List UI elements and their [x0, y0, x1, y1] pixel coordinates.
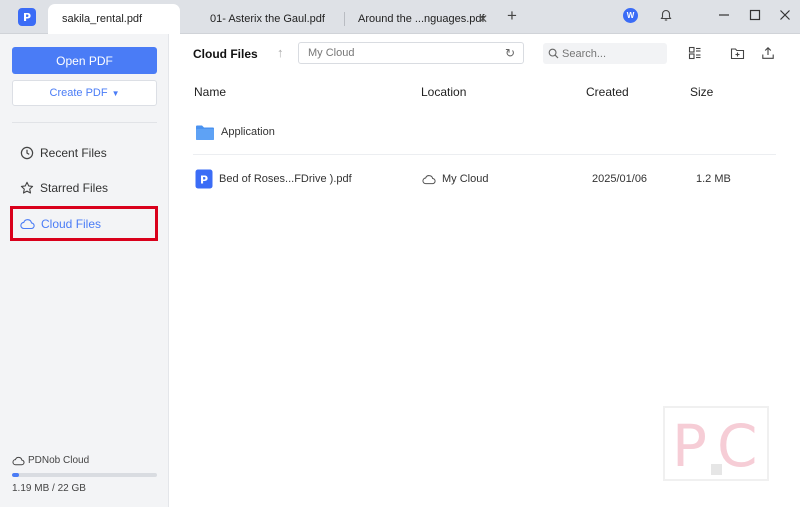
tab-asterix[interactable]: 01- Asterix the Gaul.pdf [196, 4, 344, 34]
new-tab-button[interactable]: + [507, 6, 517, 26]
table-row[interactable]: Application [193, 109, 776, 155]
storage-label: PDNob Cloud [12, 455, 89, 466]
watermark-logo: P C [663, 406, 769, 481]
file-name-cell: Application [195, 109, 275, 155]
open-pdf-button[interactable]: Open PDF [12, 47, 157, 74]
create-pdf-label: Create PDF [49, 87, 108, 99]
column-header-created[interactable]: Created [586, 85, 629, 99]
file-location: My Cloud [442, 173, 489, 185]
tab-label: sakila_rental.pdf [62, 13, 143, 25]
path-field[interactable]: My Cloud ↻ [298, 42, 524, 64]
refresh-icon[interactable]: ↻ [505, 46, 515, 60]
column-header-size[interactable]: Size [690, 85, 713, 99]
file-name: Application [221, 126, 275, 138]
search-box[interactable] [543, 43, 667, 64]
up-arrow-icon[interactable]: ↑ [277, 45, 284, 60]
star-icon [20, 181, 34, 194]
storage-usage: 1.19 MB / 22 GB [12, 483, 86, 494]
svg-text:P: P [200, 174, 208, 187]
pdf-file-icon: P [195, 169, 213, 189]
column-header-location[interactable]: Location [421, 85, 466, 99]
file-location-cell: My Cloud [422, 156, 488, 202]
clock-icon [20, 146, 34, 160]
search-input[interactable] [562, 47, 657, 60]
close-icon[interactable] [775, 6, 795, 24]
search-icon [548, 48, 559, 59]
create-pdf-button[interactable]: Create PDF ▼ [12, 80, 157, 106]
avatar[interactable]: W [623, 8, 638, 23]
sidebar-divider [12, 122, 157, 123]
sidebar: Open PDF Create PDF ▼ Recent Files Starr… [0, 34, 169, 507]
tab-sakila-rental[interactable]: sakila_rental.pdf [48, 4, 180, 34]
folder-icon [196, 125, 214, 140]
sidebar-item-starred-files[interactable]: Starred Files [12, 173, 157, 203]
new-folder-icon[interactable] [728, 44, 746, 62]
minimize-icon[interactable] [714, 6, 734, 24]
cloud-icon [422, 174, 436, 184]
sidebar-item-label: Starred Files [40, 181, 109, 195]
tab-label: Around the ...nguages.pdf [358, 13, 485, 25]
upload-icon[interactable] [759, 44, 777, 62]
storage-label-text: PDNob Cloud [28, 455, 90, 466]
tab-around-the-languages[interactable]: Around the ...nguages.pdf ✕ [344, 4, 496, 34]
tab-label: 01- Asterix the Gaul.pdf [210, 13, 325, 25]
file-name: Bed of Roses...FDrive ).pdf [219, 173, 352, 185]
storage-progress-bar [12, 473, 157, 477]
table-row[interactable]: P Bed of Roses...FDrive ).pdf My Cloud 2… [193, 156, 776, 202]
sidebar-item-label: Recent Files [40, 146, 107, 160]
bell-icon[interactable] [656, 6, 676, 24]
path-text: My Cloud [308, 47, 355, 59]
page-title: Cloud Files [193, 47, 258, 61]
storage-progress-fill [12, 473, 20, 477]
caret-down-icon: ▼ [111, 88, 120, 98]
file-name-cell: P Bed of Roses...FDrive ).pdf [195, 156, 352, 202]
grid-view-icon[interactable] [686, 44, 704, 62]
sidebar-item-recent-files[interactable]: Recent Files [12, 138, 157, 168]
close-tab-icon[interactable]: ✕ [478, 12, 488, 26]
cloud-icon [12, 456, 25, 465]
app-logo-icon[interactable]: P [18, 8, 36, 26]
column-header-name[interactable]: Name [194, 85, 226, 99]
title-bar: P sakila_rental.pdf 01- Asterix the Gaul… [0, 0, 800, 34]
maximize-icon[interactable] [745, 6, 765, 24]
file-size: 1.2 MB [696, 173, 731, 185]
highlight-box [10, 206, 158, 241]
file-created: 2025/01/06 [592, 173, 648, 185]
